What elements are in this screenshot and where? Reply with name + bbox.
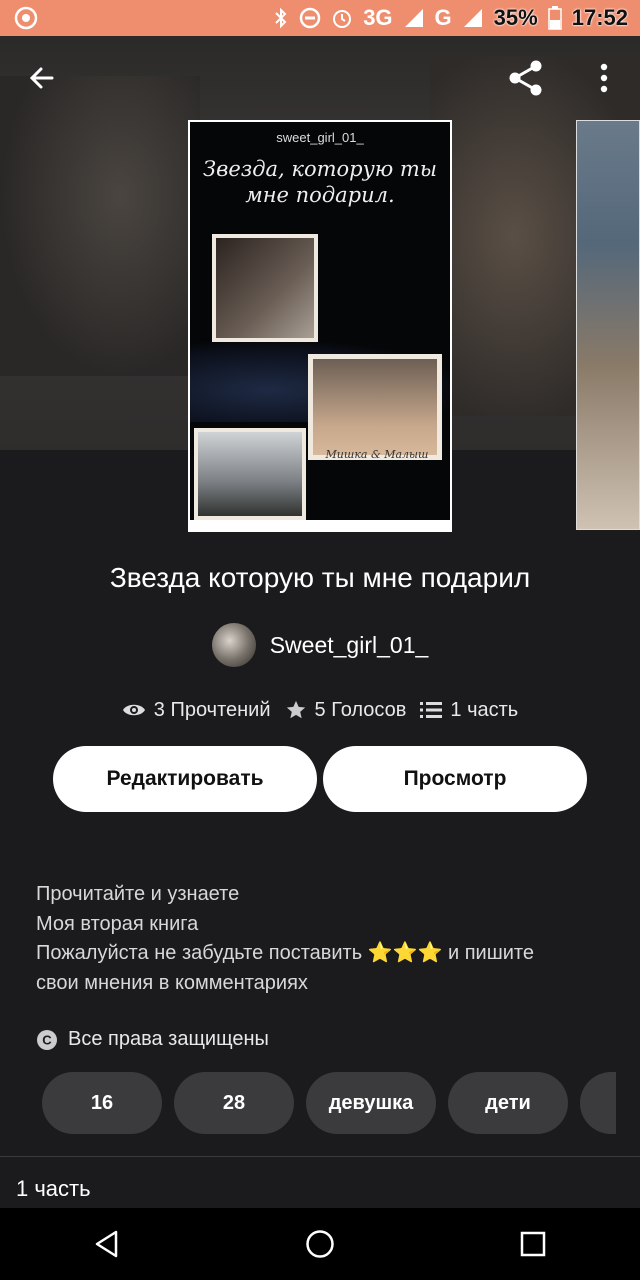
- cover-signature: Мишка & Малыш: [325, 448, 429, 461]
- view-button[interactable]: Просмотр: [323, 746, 587, 812]
- book-description: Прочитайте и узнаете Моя вторая книга По…: [36, 880, 606, 998]
- cover-photo-beach: [308, 354, 442, 460]
- share-icon: [509, 60, 542, 96]
- more-vertical-icon: [600, 63, 608, 93]
- tag-chip[interactable]: девушка: [306, 1072, 436, 1134]
- avatar[interactable]: [211, 623, 256, 667]
- top-toolbar: [0, 46, 640, 110]
- book-title: Звезда которую ты мне подарил: [109, 562, 531, 593]
- alarm-icon: [333, 10, 352, 28]
- cover-title-line-2: мне подарил.: [245, 183, 395, 207]
- cover-title: Звезда, которую ты мне подарил.: [190, 156, 450, 208]
- svg-text:C: C: [42, 1032, 52, 1047]
- cover-bottom-strip: [190, 520, 450, 530]
- signal-icon-2: [463, 9, 482, 27]
- parts-header[interactable]: 1 часть: [16, 1176, 91, 1202]
- triangle-back-icon: [95, 1230, 117, 1258]
- book-stats: 3 Прочтений 5 Голосов 1 часть: [0, 694, 640, 726]
- chrome-icon: [14, 6, 38, 30]
- copyright-row: C Все права защищены: [36, 1028, 269, 1051]
- description-line-3: Пожалуйста не забудьте поставить ⭐⭐⭐ и п…: [36, 939, 606, 969]
- description-line-4: свои мнения в комментариях: [36, 971, 308, 994]
- nav-recents-button[interactable]: [503, 1214, 563, 1274]
- arrow-left-icon: [29, 67, 54, 89]
- description-line-2: Моя вторая книга: [36, 912, 199, 935]
- stat-parts: 1 часть: [420, 699, 518, 722]
- edit-button[interactable]: Редактировать: [53, 746, 317, 812]
- author-name[interactable]: Sweet_girl_01_: [270, 632, 429, 659]
- book-cover[interactable]: sweet_girl_01_ Звезда, которую ты мне по…: [188, 120, 452, 532]
- back-button[interactable]: [18, 54, 66, 102]
- copyright-icon: C: [37, 1029, 57, 1050]
- signal-icon: [404, 9, 423, 27]
- more-options-button[interactable]: [580, 54, 628, 102]
- eye-icon: [122, 704, 145, 716]
- tag-list: 16 28 девушка дети з: [42, 1072, 616, 1134]
- cover-title-line-1: Звезда, которую ты: [203, 157, 437, 181]
- reads-count: 3 Прочтений: [153, 698, 271, 721]
- description-line-1: Прочитайте и узнаете: [36, 883, 240, 905]
- cover-photo-shoes: [194, 428, 306, 520]
- description-line-3b: и пишите: [447, 942, 534, 964]
- star-icon: [286, 700, 305, 719]
- system-nav-bar: [0, 1208, 640, 1280]
- nav-back-button[interactable]: [77, 1214, 137, 1274]
- square-recents-icon: [521, 1231, 546, 1257]
- description-line-3a: Пожалуйста не забудьте поставить: [36, 942, 363, 964]
- circle-home-icon: [306, 1230, 334, 1258]
- network-type-label: 3G: [363, 5, 393, 30]
- clock: 17:52: [571, 5, 628, 30]
- network-type-label-2: G: [434, 5, 452, 30]
- copyright-label: Все права защищены: [68, 1028, 269, 1050]
- nav-home-button[interactable]: [290, 1214, 350, 1274]
- parts-count: 1 часть: [450, 698, 519, 721]
- status-bar: 3G G 35% 17:52: [0, 0, 640, 36]
- divider: [0, 1156, 640, 1157]
- tag-chip[interactable]: 28: [174, 1072, 294, 1134]
- battery-icon: [547, 6, 562, 30]
- dnd-icon: [299, 7, 321, 29]
- description-stars: ⭐⭐⭐: [367, 942, 443, 964]
- tag-chip[interactable]: 16: [42, 1072, 162, 1134]
- share-button[interactable]: [502, 54, 550, 102]
- cover-photo-couple: [212, 234, 318, 342]
- tag-chip[interactable]: з: [580, 1072, 616, 1134]
- author-row[interactable]: Sweet_girl_01_: [0, 622, 640, 668]
- blur-shape-left: [0, 76, 200, 376]
- stat-reads: 3 Прочтений: [122, 699, 271, 722]
- stat-votes: 5 Голосов: [285, 698, 407, 722]
- bluetooth-icon: [275, 7, 287, 29]
- next-book-cover[interactable]: [576, 120, 640, 530]
- battery-percent: 35%: [493, 5, 538, 30]
- cover-author: sweet_girl_01_: [276, 130, 364, 145]
- list-icon: [420, 702, 443, 718]
- tag-chip[interactable]: дети: [448, 1072, 568, 1134]
- votes-count: 5 Голосов: [314, 698, 407, 721]
